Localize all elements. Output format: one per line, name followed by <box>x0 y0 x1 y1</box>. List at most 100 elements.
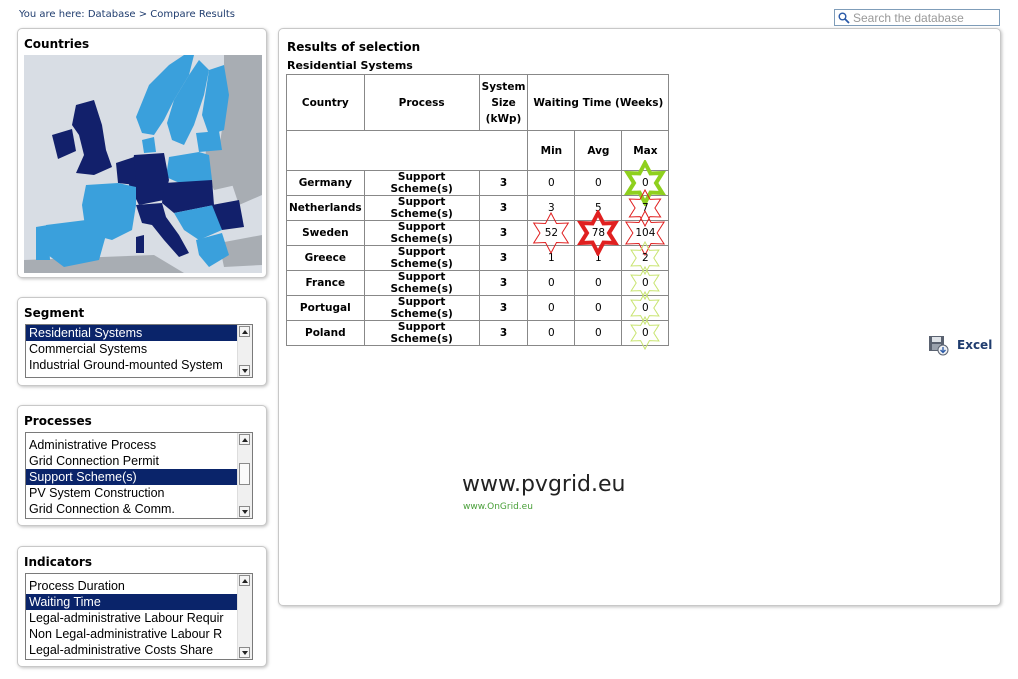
process-cell: Support Scheme(s) <box>363 220 480 246</box>
processes-listbox[interactable]: Administrative Process Grid Connection P… <box>25 432 253 519</box>
save-excel-icon <box>929 336 949 356</box>
avg-cell-value: 0 <box>595 327 602 339</box>
min-cell: 0 <box>527 270 576 296</box>
country-cell: Portugal <box>286 295 365 321</box>
table-row: France Support Scheme(s) 3 0 0 0 <box>286 265 670 301</box>
indicator-option[interactable]: Non Legal-administrative Labour R <box>26 626 252 642</box>
scroll-down-icon[interactable] <box>239 647 250 658</box>
scroll-up-icon[interactable] <box>239 326 250 337</box>
europe-map[interactable] <box>24 55 262 273</box>
header-waiting-time: Waiting Time (Weeks) <box>527 74 670 131</box>
process-cell: Support Scheme(s) <box>363 270 480 296</box>
country-cell-value: Germany <box>298 177 352 189</box>
max-cell: 7 <box>621 188 670 228</box>
segment-panel: Segment Residential Systems Commercial S… <box>17 297 267 386</box>
max-cell: 104 <box>621 209 670 257</box>
header-avg: Avg <box>574 130 623 171</box>
indicators-listbox[interactable]: Process Duration Waiting Time Legal-admi… <box>25 573 253 660</box>
search-placeholder: Search the database <box>853 10 964 25</box>
size-cell-value: 3 <box>499 202 508 214</box>
process-option[interactable]: Grid Connection & Comm. <box>26 501 252 517</box>
size-cell-value: 3 <box>499 327 508 339</box>
segment-option[interactable]: Commercial Systems <box>26 341 252 357</box>
process-option[interactable]: Support Scheme(s) <box>26 469 252 485</box>
min-cell-value: 0 <box>548 177 555 189</box>
scroll-thumb[interactable] <box>239 463 250 485</box>
min-cell: 1 <box>527 245 576 271</box>
max-cell: 0 <box>621 290 670 326</box>
country-cell: Poland <box>286 320 365 346</box>
segment-option[interactable]: Industrial Ground-mounted System <box>26 357 252 373</box>
process-option[interactable]: Grid Connection Permit <box>26 453 252 469</box>
size-cell: 3 <box>478 270 529 296</box>
avg-cell-value: 1 <box>595 252 602 264</box>
excel-export-button[interactable]: Excel <box>927 334 992 356</box>
table-row: Greece Support Scheme(s) 3 1 1 2 <box>286 240 670 276</box>
indicator-option[interactable]: Waiting Time <box>26 594 252 610</box>
avg-cell: 0 <box>574 320 623 346</box>
indicator-option[interactable]: Legal-administrative Labour Requir <box>26 610 252 626</box>
map-baltics <box>196 131 222 152</box>
scroll-down-icon[interactable] <box>239 506 250 517</box>
country-cell-value: Greece <box>304 252 347 264</box>
avg-cell: 1 <box>574 245 623 271</box>
indicators-scrollbar[interactable] <box>237 574 252 659</box>
country-cell-value: Poland <box>305 327 346 339</box>
scroll-down-icon[interactable] <box>239 365 250 376</box>
country-cell-value: Portugal <box>299 302 351 314</box>
indicator-option[interactable]: Process Duration <box>26 578 252 594</box>
country-cell: Netherlands <box>286 195 365 221</box>
min-cell-value: 52 <box>544 227 559 239</box>
segment-option[interactable]: Residential Systems <box>26 325 252 341</box>
max-cell-value: 2 <box>642 252 649 264</box>
results-subtitle: Residential Systems <box>287 59 413 72</box>
process-cell-value: Support Scheme(s) <box>390 271 453 295</box>
segment-scrollbar[interactable] <box>237 325 252 377</box>
excel-label: Excel <box>957 338 993 352</box>
scroll-up-icon[interactable] <box>239 575 250 586</box>
header-system-size: System Size (kWp) <box>478 74 529 131</box>
countries-title: Countries <box>24 37 90 51</box>
header-min: Min <box>527 130 576 171</box>
size-cell-value: 3 <box>499 177 508 189</box>
watermark-main: www.pvgrid.eu <box>462 472 626 497</box>
max-cell: 0 <box>621 160 670 206</box>
results-panel: Results of selection Residential Systems… <box>278 28 1001 606</box>
process-cell: Support Scheme(s) <box>363 245 480 271</box>
min-cell-value: 0 <box>548 277 555 289</box>
indicators-panel: Indicators Process Duration Waiting Time… <box>17 546 267 667</box>
header-process: Process <box>363 74 480 131</box>
processes-scrollbar[interactable] <box>237 433 252 518</box>
breadcrumb: You are here: Database > Compare Results <box>19 9 235 20</box>
size-cell: 3 <box>478 220 529 246</box>
size-cell: 3 <box>478 320 529 346</box>
country-cell: Greece <box>286 245 365 271</box>
segment-listbox[interactable]: Residential Systems Commercial Systems I… <box>25 324 253 378</box>
map-poland <box>166 152 212 185</box>
country-cell-value: Sweden <box>302 227 349 239</box>
table-row: Portugal Support Scheme(s) 3 0 0 0 <box>286 290 670 326</box>
process-cell-value: Support Scheme(s) <box>390 296 453 320</box>
size-cell: 3 <box>478 195 529 221</box>
results-table: Country Process System Size (kWp) Waiting … <box>285 74 670 351</box>
size-cell: 3 <box>478 245 529 271</box>
table-row: Netherlands Support Scheme(s) 3 3 5 7 <box>286 188 670 228</box>
process-cell-value: Support Scheme(s) <box>390 221 453 245</box>
map-portugal <box>36 225 50 260</box>
process-option[interactable]: PV System Construction <box>26 485 252 501</box>
search-input[interactable]: Search the database <box>834 9 1000 26</box>
avg-cell: 0 <box>574 170 623 196</box>
size-cell: 3 <box>478 170 529 196</box>
process-option[interactable]: Administrative Process <box>26 437 252 453</box>
indicator-option[interactable]: Legal-administrative Costs Share <box>26 642 252 658</box>
avg-cell: 78 <box>574 210 623 256</box>
avg-cell-value: 0 <box>595 302 602 314</box>
avg-cell-value: 5 <box>595 202 602 214</box>
avg-cell-value: 78 <box>591 227 606 239</box>
process-cell: Support Scheme(s) <box>363 170 480 196</box>
process-cell: Support Scheme(s) <box>363 295 480 321</box>
processes-title: Processes <box>24 414 92 428</box>
max-cell: 0 <box>621 315 670 351</box>
process-cell-value: Support Scheme(s) <box>390 196 453 220</box>
scroll-up-icon[interactable] <box>239 434 250 445</box>
